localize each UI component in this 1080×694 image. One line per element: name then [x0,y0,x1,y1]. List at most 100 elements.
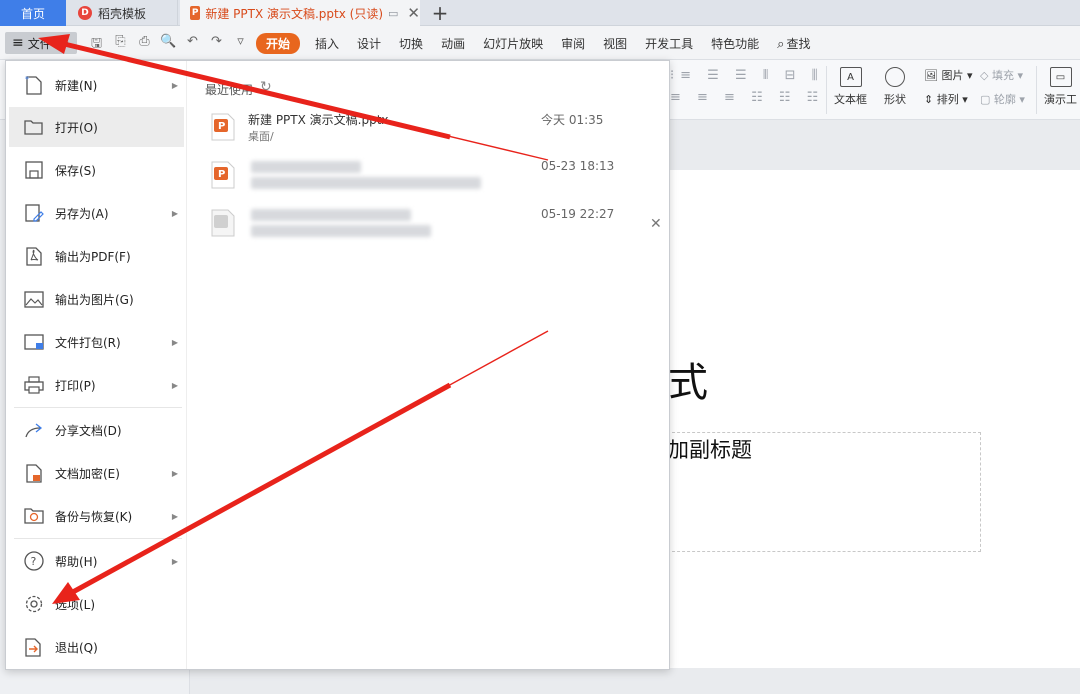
redo-icon[interactable]: ↷ [208,34,225,56]
blurred-file-name [251,209,411,221]
tab-home[interactable]: 首页 [0,0,66,26]
tab-document[interactable]: P 新建 PPTX 演示文稿.pptx (只读) ▭ ✕ [180,0,420,26]
submenu-arrow-icon: ▶ [171,80,178,90]
menu-item-package[interactable]: 文件打包(R) ▶ [9,322,184,362]
picture-button[interactable]: 🖼 图片 ▾ [924,67,973,83]
hamburger-icon: ≡ [12,35,24,51]
blurred-file-path [251,177,481,189]
search-icon: ⌕ [777,36,785,52]
tab-docer-templates[interactable]: D 稻壳模板 [66,0,178,26]
menu-item-label: 保存(S) [55,163,96,178]
ribbon-tab-design[interactable]: 设计 [348,35,390,52]
ribbon-tab-home[interactable]: 开始 [256,32,301,54]
submenu-arrow-icon: ▶ [171,208,178,218]
recent-file-time: 05-23 18:13 [541,159,615,173]
menu-item-export-pdf[interactable]: 输出为PDF(F) [9,236,184,276]
recent-file-item[interactable]: 05-19 22:27 [211,207,651,249]
save-icon [23,159,45,181]
gear-icon [23,593,45,615]
menu-item-backup[interactable]: 备份与恢复(K) ▶ [9,496,184,536]
recent-files-panel: 最近使用 ↻ P 新建 PPTX 演示文稿.pptx 桌面/ 今天 01:35 … [186,61,669,669]
ribbon-divider [1036,66,1037,114]
arrange-label: 排列 [936,93,959,106]
file-icon [211,209,235,237]
help-icon: ? [23,550,45,572]
shape-button[interactable]: 形状 [884,67,906,107]
menu-item-save[interactable]: 保存(S) [9,150,184,190]
menu-item-label: 备份与恢复(K) [55,509,133,524]
monitor-icon[interactable]: ▭ [388,7,398,20]
refresh-icon[interactable]: ↻ [260,79,272,95]
save-as-icon [23,202,45,224]
recent-file-time: 05-19 22:27 [541,207,615,221]
presentation-label: 演示工 [1044,93,1077,106]
menu-item-label: 分享文档(D) [55,423,122,438]
docer-logo-icon: D [78,6,92,20]
menu-divider [14,407,182,408]
recent-file-item[interactable]: P 新建 PPTX 演示文稿.pptx 桌面/ 今天 01:35 [211,111,651,153]
ribbon-tab-animation[interactable]: 动画 [432,35,474,52]
undo-icon[interactable]: ↶ [184,34,201,56]
submenu-arrow-icon: ▶ [171,337,178,347]
menu-item-label: 输出为PDF(F) [55,249,131,264]
menu-item-share[interactable]: 分享文档(D) [9,410,184,450]
presentation-icon: ▭ [1049,67,1072,87]
menu-item-label: 选项(L) [55,597,96,612]
menu-item-options[interactable]: 选项(L) [9,584,184,624]
menu-item-new[interactable]: * 新建(N) ▶ [9,65,184,105]
plus-icon: + [431,1,449,25]
recent-file-item[interactable]: P 05-23 18:13 [211,159,651,201]
tab-document-label: 新建 PPTX 演示文稿.pptx (只读) [205,6,384,21]
menu-item-label: 退出(Q) [55,640,98,655]
customize-dropdown-icon[interactable]: ▿ [232,34,249,56]
save-quick-icon[interactable]: 🖫 [88,34,105,56]
new-tab-button[interactable]: + [428,0,452,26]
recent-file-path: 桌面/ [248,130,274,143]
outline-label: 轮廓 [993,93,1016,106]
menu-item-open[interactable]: 打开(O) [9,107,184,147]
menu-item-print[interactable]: 打印(P) ▶ [9,365,184,405]
shape-label: 形状 [884,93,906,106]
print-quick-icon[interactable]: ⎙ [136,34,153,56]
menu-item-export-image[interactable]: 输出为图片(G) [9,279,184,319]
fill-button[interactable]: ◇ 填充 ▾ [980,67,1023,83]
file-menu-button[interactable]: ≡ 文件 ⌵ [5,32,77,54]
ribbon-tab-developer[interactable]: 开发工具 [636,35,702,52]
menu-item-label: 另存为(A) [55,206,109,221]
menu-item-help[interactable]: ? 帮助(H) ▶ [9,541,184,581]
slide-title-text[interactable]: 式 [668,350,708,408]
slide-canvas[interactable] [668,170,1080,668]
ribbon-tab-slideshow[interactable]: 幻灯片放映 [474,35,552,52]
ribbon-tab-transition[interactable]: 切换 [390,35,432,52]
ribbon-tab-insert[interactable]: 插入 [306,35,348,52]
title-tab-bar: 首页 D 稻壳模板 P 新建 PPTX 演示文稿.pptx (只读) ▭ ✕ + [0,0,1080,26]
menu-item-label: 帮助(H) [55,554,98,569]
submenu-arrow-icon: ▶ [171,556,178,566]
share-quick-icon[interactable]: ⎘ [112,34,129,56]
ribbon-tab-features[interactable]: 特色功能 [702,35,768,52]
slide-subtitle-text[interactable]: 加副标题 [668,434,752,464]
paragraph-tools-row1[interactable]: ⁝≡ ☰ ☰ ⦀ ⊟ ⫼ [670,68,824,83]
outline-button[interactable]: ▢ 轮廓 ▾ [980,91,1025,107]
ribbon-tab-review[interactable]: 审阅 [552,35,594,52]
remove-recent-icon[interactable]: ✕ [650,216,662,232]
ribbon-divider [826,66,827,114]
shape-icon [885,67,905,87]
preview-quick-icon[interactable]: 🔍 [160,34,177,56]
textbox-button[interactable]: A 文本框 [834,67,867,107]
menu-item-label: 文件打包(R) [55,335,121,350]
file-menu-list: * 新建(N) ▶ 打开(O) 保存(S) 另存为(A) ▶ 输出为PDF(F)… [6,61,186,669]
file-menu-label: 文件 [27,36,52,51]
menu-item-save-as[interactable]: 另存为(A) ▶ [9,193,184,233]
presentation-tools-button[interactable]: ▭ 演示工 [1044,67,1077,107]
arrange-button[interactable]: ⇕ 排列 ▾ [924,91,968,107]
fill-label: 填充 [991,69,1014,82]
ribbon-tab-search[interactable]: ⌕ 查找 [768,35,819,52]
paragraph-tools-row2[interactable]: ≡ ≡ ≡ ☷ ☷ ☷ [670,90,824,105]
backup-icon [23,505,45,527]
menu-item-encrypt[interactable]: 文档加密(E) ▶ [9,453,184,493]
menu-item-exit[interactable]: 退出(Q) [9,627,184,667]
close-tab-icon[interactable]: ✕ [407,4,420,22]
menu-item-label: 打开(O) [55,120,98,135]
ribbon-tab-view[interactable]: 视图 [594,35,636,52]
